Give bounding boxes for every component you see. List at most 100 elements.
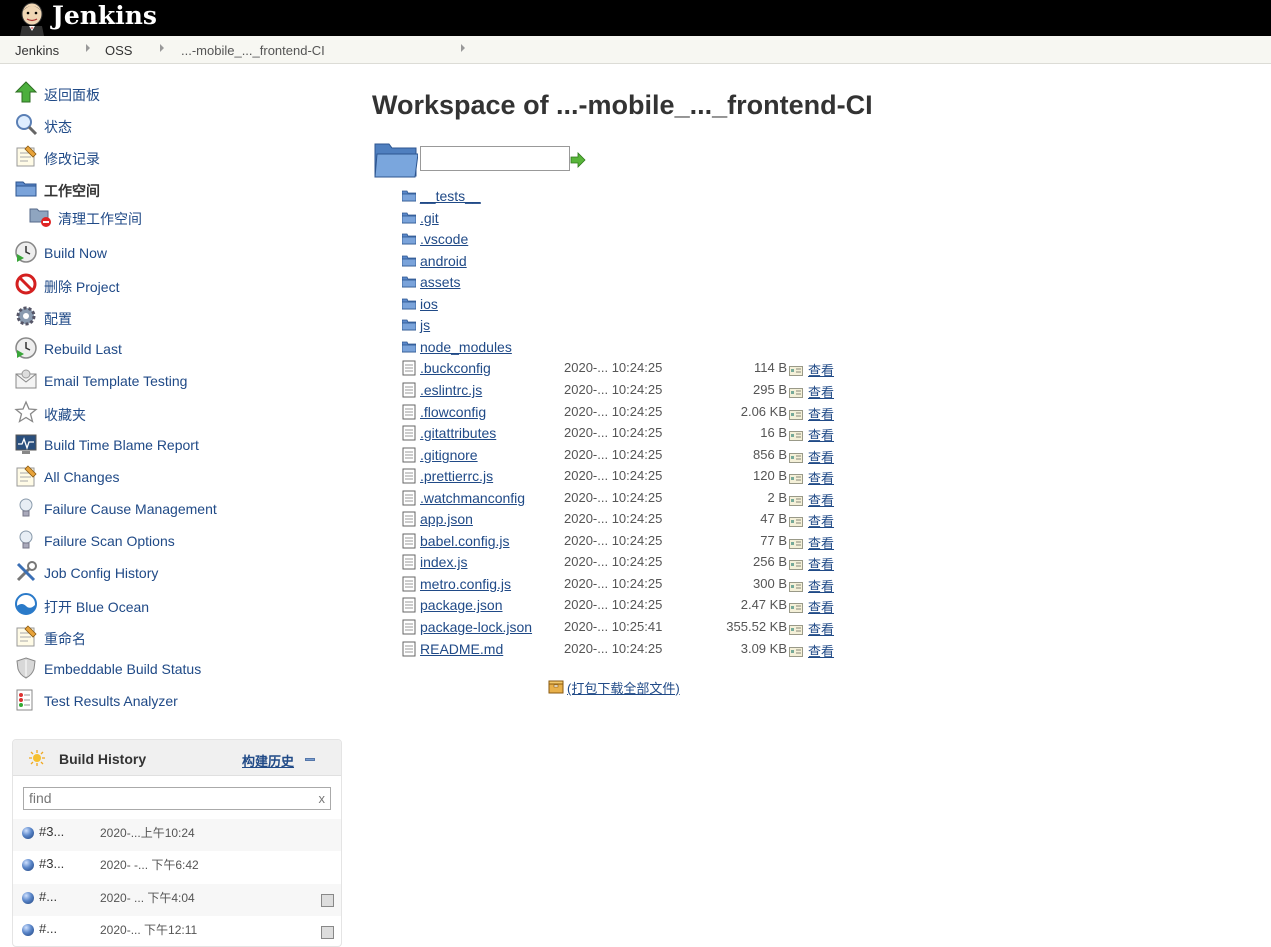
file-link[interactable]: package-lock.json [420, 619, 532, 635]
view-file-link[interactable]: 查看 [808, 619, 834, 638]
build-search-input[interactable]: find x [23, 787, 331, 810]
file-link[interactable]: .prettierrc.js [420, 468, 493, 484]
view-file-link[interactable]: 查看 [808, 576, 834, 595]
folder-row[interactable]: node_modules [401, 337, 842, 357]
view-file-link[interactable]: 查看 [808, 511, 834, 530]
view-file-link[interactable]: 查看 [808, 554, 834, 573]
sidebar-item-rebuild-last[interactable]: Rebuild Last [14, 336, 314, 360]
file-link[interactable]: .buckconfig [420, 360, 491, 376]
file-row[interactable]: .prettierrc.js 2020-... 10:24:25 120 B 查看 [402, 466, 842, 486]
clear-search-icon[interactable]: x [319, 791, 326, 806]
sidebar-item-rename[interactable]: 重命名 [14, 624, 314, 648]
folder-row[interactable]: assets [401, 272, 842, 292]
build-date-link[interactable]: 2020- -... 下午6:42 [100, 856, 199, 873]
view-file-link[interactable]: 查看 [808, 468, 834, 487]
file-row[interactable]: .watchmanconfig 2020-... 10:24:25 2 B 查看 [402, 488, 842, 508]
file-row[interactable]: babel.config.js 2020-... 10:24:25 77 B 查看 [402, 531, 842, 551]
go-arrow-icon[interactable] [570, 152, 586, 168]
folder-link[interactable]: assets [420, 274, 460, 290]
build-date-link[interactable]: 2020- ... 下午4:04 [100, 889, 195, 906]
view-file-icon[interactable] [789, 515, 803, 527]
view-file-icon[interactable] [789, 386, 803, 398]
view-file-icon[interactable] [789, 623, 803, 635]
build-row[interactable]: #3... 2020-...上午10:24 [13, 819, 341, 851]
breadcrumb-jenkins[interactable]: Jenkins [15, 43, 59, 58]
view-file-link[interactable]: 查看 [808, 533, 834, 552]
sidebar-item-build-time-blame-report[interactable]: Build Time Blame Report [14, 432, 314, 456]
view-file-link[interactable]: 查看 [808, 641, 834, 660]
sidebar-item-job-config-history[interactable]: Job Config History [14, 560, 314, 584]
folder-link[interactable]: js [420, 317, 430, 333]
file-link[interactable]: .gitignore [420, 447, 478, 463]
file-link[interactable]: .watchmanconfig [420, 490, 525, 506]
view-file-icon[interactable] [789, 429, 803, 441]
sidebar-item-delete-project[interactable]: 删除 Project [14, 272, 314, 296]
build-row[interactable]: #... 2020-... 下午12:11 [13, 916, 341, 946]
folder-row[interactable]: .git [401, 208, 842, 228]
view-file-icon[interactable] [789, 645, 803, 657]
folder-link[interactable]: node_modules [420, 339, 512, 355]
sidebar-item-status[interactable]: 状态 [14, 112, 314, 136]
file-link[interactable]: .eslintrc.js [420, 382, 482, 398]
sidebar-item-configure[interactable]: 配置 [14, 304, 314, 328]
file-row[interactable]: .gitignore 2020-... 10:24:25 856 B 查看 [402, 445, 842, 465]
sidebar-item-failure-scan-options[interactable]: Failure Scan Options [14, 528, 314, 552]
file-row[interactable]: .eslintrc.js 2020-... 10:24:25 295 B 查看 [402, 380, 842, 400]
sidebar-item-all-changes[interactable]: All Changes [14, 464, 314, 488]
folder-row[interactable]: __tests__ [401, 186, 842, 206]
build-trend-link[interactable]: 构建历史 [242, 751, 294, 770]
file-link[interactable]: package.json [420, 597, 503, 613]
file-link[interactable]: index.js [420, 554, 467, 570]
build-row[interactable]: #... 2020- ... 下午4:04 [13, 884, 341, 916]
view-file-icon[interactable] [789, 408, 803, 420]
file-row[interactable]: metro.config.js 2020-... 10:24:25 300 B 查看 [402, 574, 842, 594]
view-file-link[interactable]: 查看 [808, 425, 834, 444]
view-file-icon[interactable] [789, 601, 803, 613]
console-output-icon[interactable] [321, 894, 334, 907]
build-date-link[interactable]: 2020-... 下午12:11 [100, 921, 197, 938]
sidebar-item-changes[interactable]: 修改记录 [14, 144, 314, 168]
folder-link[interactable]: android [420, 253, 467, 269]
folder-row[interactable]: .vscode [401, 229, 842, 249]
build-row[interactable]: #3... 2020- -... 下午6:42 [13, 851, 341, 883]
view-file-link[interactable]: 查看 [808, 447, 834, 466]
folder-row[interactable]: android [401, 251, 842, 271]
folder-link[interactable]: __tests__ [420, 188, 481, 204]
sidebar-item-email-template-testing[interactable]: Email Template Testing [14, 368, 314, 392]
view-file-icon[interactable] [789, 494, 803, 506]
file-link[interactable]: .flowconfig [420, 404, 486, 420]
file-link[interactable]: README.md [420, 641, 503, 657]
breadcrumb-job[interactable]: ...-mobile_..._frontend-CI [181, 43, 325, 58]
sidebar-item-workspace[interactable]: 工作空间 [14, 176, 314, 200]
sidebar-item-test-results-analyzer[interactable]: Test Results Analyzer [14, 688, 314, 712]
folder-link[interactable]: ios [420, 296, 438, 312]
view-file-link[interactable]: 查看 [808, 360, 834, 379]
sidebar-item-favorites[interactable]: 收藏夹 [14, 400, 314, 424]
file-row[interactable]: package.json 2020-... 10:24:25 2.47 KB 查看 [402, 595, 842, 615]
file-row[interactable]: README.md 2020-... 10:24:25 3.09 KB 查看 [402, 639, 842, 659]
sidebar-item-wipe-workspace[interactable]: 清理工作空间 [28, 204, 328, 228]
view-file-link[interactable]: 查看 [808, 404, 834, 423]
view-file-icon[interactable] [789, 537, 803, 549]
folder-row[interactable]: ios [401, 294, 842, 314]
view-file-icon[interactable] [789, 580, 803, 592]
sidebar-item-open-blue-ocean[interactable]: 打开 Blue Ocean [14, 592, 314, 616]
file-link[interactable]: .gitattributes [420, 425, 496, 441]
file-row[interactable]: .buckconfig 2020-... 10:24:25 114 B 查看 [402, 358, 842, 378]
console-output-icon[interactable] [321, 926, 334, 939]
sidebar-item-embeddable-build-status[interactable]: Embeddable Build Status [14, 656, 314, 680]
file-row[interactable]: .flowconfig 2020-... 10:24:25 2.06 KB 查看 [402, 402, 842, 422]
workspace-path-input[interactable] [420, 146, 570, 171]
build-date-link[interactable]: 2020-...上午10:24 [100, 824, 195, 841]
breadcrumb-oss[interactable]: OSS [105, 43, 132, 58]
chevron-right-icon[interactable] [461, 44, 465, 52]
view-file-link[interactable]: 查看 [808, 382, 834, 401]
folder-link[interactable]: .vscode [420, 231, 468, 247]
file-row[interactable]: app.json 2020-... 10:24:25 47 B 查看 [402, 509, 842, 529]
view-file-icon[interactable] [789, 364, 803, 376]
file-link[interactable]: metro.config.js [420, 576, 511, 592]
build-number-link[interactable]: #... [39, 889, 57, 904]
sidebar-item-build-now[interactable]: Build Now [14, 240, 314, 264]
file-link[interactable]: babel.config.js [420, 533, 510, 549]
sidebar-item-back-to-dashboard[interactable]: 返回面板 [14, 80, 314, 104]
